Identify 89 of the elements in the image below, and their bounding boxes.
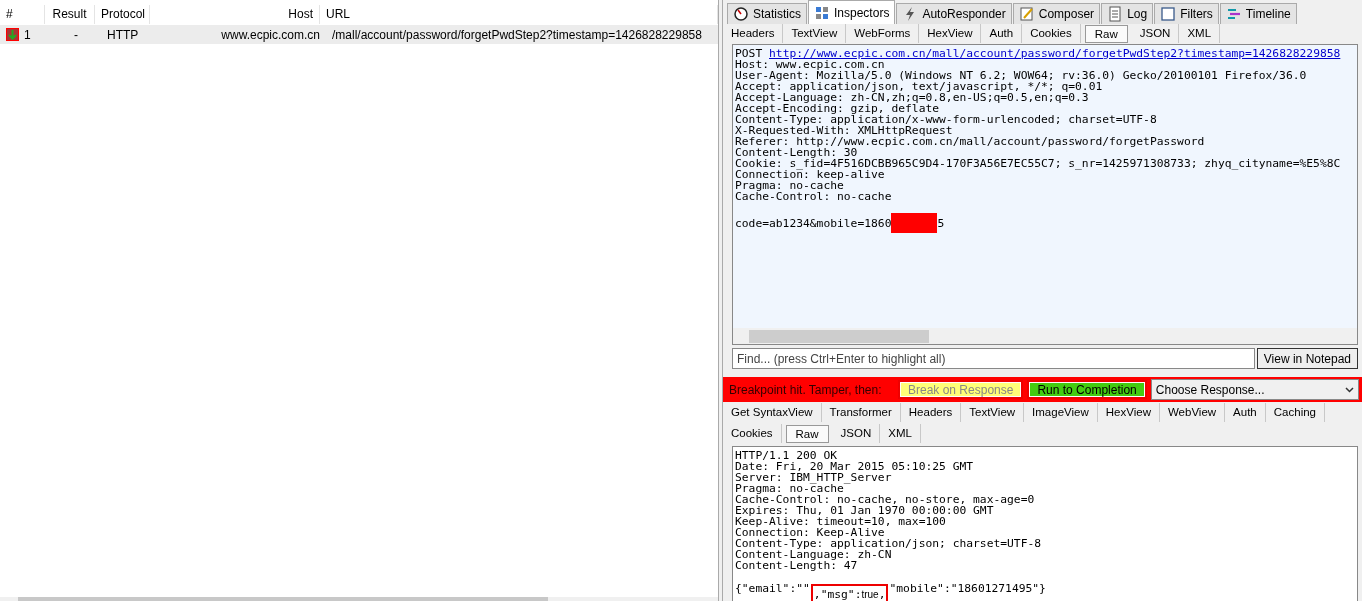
tab[interactable]: Composer <box>1012 3 1101 24</box>
stopwatch-icon <box>733 6 749 22</box>
inspector-tab[interactable]: Cookies <box>1022 24 1081 43</box>
inspector-tab[interactable]: HexView <box>919 24 982 43</box>
document-icon <box>1107 6 1124 22</box>
inspector-tab[interactable]: Auth <box>981 24 1023 43</box>
header-line: Content-Type: application/x-www-form-urlencoded; charset=UTF-8 <box>735 114 1158 125</box>
inspector-tab[interactable]: Transformer <box>821 403 901 422</box>
timeline-icon <box>1225 6 1242 22</box>
view-in-notepad-button[interactable]: View in Notepad <box>1256 348 1358 369</box>
tab[interactable]: AutoResponder <box>896 3 1012 24</box>
header-line: X-Requested-With: XMLHttpRequest <box>735 125 953 136</box>
request-line: POST http://www.ecpic.com.cn/mall/account/password/forgetPwdStep2?timestamp=1426828229858 <box>735 48 1342 59</box>
inspector-tab[interactable]: ImageView <box>1024 403 1098 422</box>
pencil-note-icon <box>1018 6 1035 22</box>
header-line: User-Agent: Mozilla/5.0 (Windows NT 6.2; WOW64; rv:36.0) Gecko/20100101 Firefox/36.0 <box>735 70 1308 81</box>
inspector-tab[interactable]: XML <box>880 424 921 443</box>
column-header[interactable]: Protocol <box>95 5 150 24</box>
header-line: Content-Type: application/json; charset=UTF-8 <box>735 538 1043 549</box>
json-text: "mobile":"18601271495"} <box>889 582 1046 595</box>
header-line: Content-Length: 47 <box>735 560 859 571</box>
inspector-tab[interactable]: Auth <box>1225 403 1266 422</box>
tab[interactable]: Inspectors <box>808 0 896 24</box>
inspector-tab[interactable]: JSON <box>832 424 881 443</box>
header-line: Referer: http://www.ecpic.com.cn/mall/account/password/forgetPassword <box>735 136 1206 147</box>
header-line: Accept: application/json, text/javascript, */*; q=0.01 <box>735 81 1103 92</box>
horizontal-scrollbar[interactable] <box>733 328 1357 344</box>
header-line: Connection: Keep-Alive <box>735 527 886 538</box>
run-to-completion-button[interactable]: Run to Completion <box>1027 380 1147 399</box>
inspector-tab[interactable]: HexView <box>1097 403 1160 422</box>
header-line: Accept-Language: zh-CN,zh;q=0.8,en-US;q=0.5,en;q=0.3 <box>735 92 1089 103</box>
header-line: HTTP/1.1 200 OK <box>735 450 839 461</box>
table-cell-text: HTTP <box>106 27 140 42</box>
request-url-link[interactable]: http://www.ecpic.com.cn/mall/account/password/forgetPwdStep2?timestamp=1426828229858 <box>769 47 1341 60</box>
column-header[interactable]: URL <box>320 5 718 24</box>
header-line: Content-Language: zh-CN <box>735 549 892 560</box>
table-cell-text: www.ecpic.com.cn <box>220 27 321 42</box>
tab[interactable]: Filters <box>1154 3 1219 24</box>
find-field[interactable]: Find... (press Ctrl+Enter to highlight all) <box>732 348 1255 369</box>
column-header[interactable]: # <box>0 5 45 24</box>
redaction-block <box>891 213 938 233</box>
header-line: Expires: Thu, 01 Jan 1970 00:00:00 GMT <box>735 505 994 516</box>
break-on-response-button[interactable]: Break on Response <box>898 380 1024 399</box>
header-line: Accept-Encoding: gzip, deflate <box>735 103 940 114</box>
header-line: Content-Length: 30 <box>735 147 858 158</box>
inspector-tab[interactable]: Cookies <box>723 424 782 443</box>
header-line: Cache-Control: no-cache <box>735 191 893 202</box>
response-text-area[interactable] <box>732 446 1358 601</box>
checkbox-icon <box>1160 6 1177 22</box>
request-text-area[interactable] <box>732 44 1358 345</box>
breakpoint-arrow-icon <box>6 28 19 41</box>
inspector-tab[interactable]: JSON <box>1131 24 1180 43</box>
scrollbar[interactable] <box>0 597 718 601</box>
grid-icon <box>814 4 830 21</box>
inspector-tab[interactable]: TextView <box>961 403 1025 422</box>
chevron-down-icon <box>1345 386 1354 393</box>
inspector-tab[interactable]: WebView <box>1159 403 1226 422</box>
inspector-tab[interactable]: Headers <box>723 24 784 43</box>
header-line: Host: www.ecpic.com.cn <box>735 59 885 70</box>
breakpoint-message: Breakpoint hit. Tamper, then: <box>729 382 883 397</box>
table-cell: 1 <box>24 27 31 42</box>
tab[interactable]: Statistics <box>727 3 807 24</box>
inspector-tab[interactable]: TextView <box>783 24 847 43</box>
body-text: code=ab1234&mobile=1860 <box>735 217 892 230</box>
header-line: Keep-Alive: timeout=10, max=100 <box>735 516 947 527</box>
table-cell-text: - <box>73 27 79 42</box>
highlight-box: ,"msg":true, <box>810 584 889 601</box>
inspector-tab[interactable]: WebForms <box>846 24 920 43</box>
inspector-tab[interactable]: Get SyntaxView <box>723 403 822 422</box>
header-line: Server: IBM_HTTP_Server <box>735 472 893 483</box>
inspector-tab[interactable]: Headers <box>900 403 962 422</box>
inspector-tab[interactable]: XML <box>1179 24 1221 43</box>
header-line: Pragma: no-cache <box>735 483 844 494</box>
header-line: Cache-Control: no-cache, no-store, max-age=0 <box>735 494 1036 505</box>
header-line: Pragma: no-cache <box>735 180 844 191</box>
column-header[interactable]: Host <box>150 5 320 24</box>
column-header[interactable]: Result <box>45 5 95 24</box>
choose-response-dropdown[interactable]: Choose Response... <box>1150 379 1359 400</box>
header-line: Connection: keep-alive <box>735 169 885 180</box>
header-line: Date: Fri, 20 Mar 2015 05:10:25 GMT <box>735 461 975 472</box>
tab[interactable]: Log <box>1101 3 1154 24</box>
table-cell-text: /mall/account/password/forgetPwdStep2?timestamp=1426828229858 <box>331 27 703 42</box>
inspector-tab[interactable]: Raw <box>1084 24 1128 43</box>
header-line: Cookie: s_fid=4F516DCBB965C9D4-170F3A56E7EC55C7; s_nr=1425971308733; zhyq_cityname=%E5%8C <box>735 158 1342 169</box>
tab[interactable]: Timeline <box>1219 3 1297 24</box>
inspector-tab[interactable]: Caching <box>1265 403 1325 422</box>
inspector-tab[interactable]: Raw <box>785 424 829 443</box>
body-text: 5 <box>937 217 945 230</box>
json-text: {"email":"" <box>735 582 810 595</box>
